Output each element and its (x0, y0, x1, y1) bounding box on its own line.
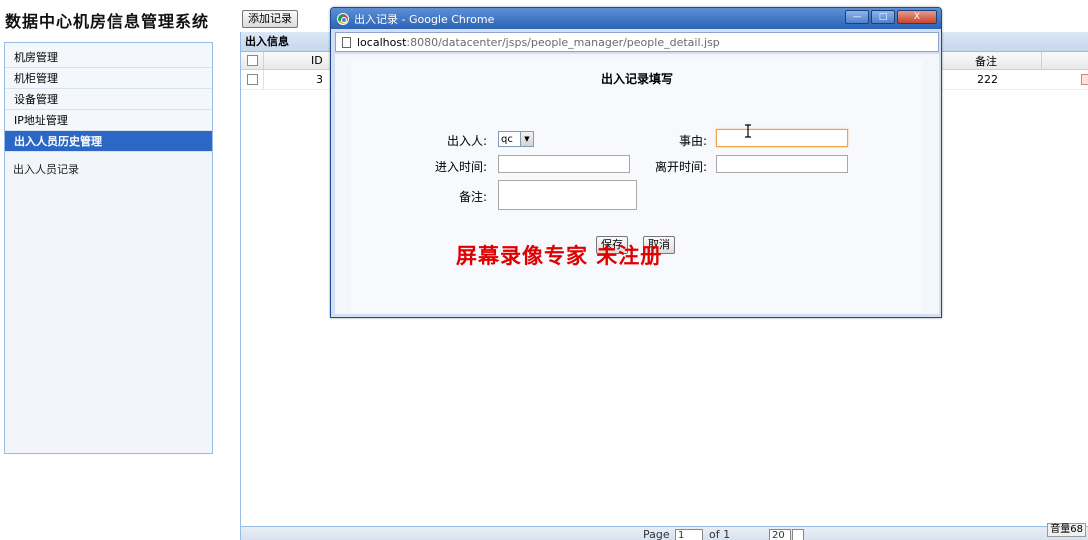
row-remark: 222 (977, 73, 998, 86)
remark-textarea[interactable] (498, 180, 637, 210)
column-divider (1041, 52, 1042, 69)
person-label: 出入人: (446, 134, 487, 148)
popup-content: 出入记录填写 出入人: qc ▼ 事由: 进入时间: 离开时间: 备注: 保存 … (335, 54, 939, 314)
pager-of-label: of 1 (709, 528, 731, 540)
leave-time-input[interactable] (716, 155, 848, 173)
sidebar-subitem-access-records[interactable]: 出入人员记录 (5, 160, 212, 180)
sidebar-item-device[interactable]: 设备管理 (5, 89, 212, 110)
popup-title: 出入记录 - Google Chrome (354, 12, 495, 26)
maximize-button[interactable]: □ (871, 10, 895, 24)
column-header-id[interactable]: ID (311, 52, 323, 69)
row-id: 3 (316, 73, 323, 86)
row-checkbox[interactable] (247, 74, 258, 85)
address-path: :8080/datacenter/jsps/people_manager/peo… (406, 35, 720, 49)
row-edit-icon[interactable] (1081, 74, 1088, 85)
address-bar[interactable]: localhost:8080/datacenter/jsps/people_ma… (335, 32, 939, 52)
form-container: 出入记录填写 出入人: qc ▼ 事由: 进入时间: 离开时间: 备注: 保存 … (351, 60, 923, 314)
row-action-cell (1081, 70, 1088, 89)
watermark-text: 屏幕录像专家 未注册 (456, 243, 663, 268)
close-button[interactable]: X (897, 10, 937, 24)
pager-page-label: Page (643, 528, 670, 540)
chrome-icon (337, 12, 349, 25)
address-host: localhost (357, 35, 407, 49)
sidebar-item-ip[interactable]: IP地址管理 (5, 110, 212, 131)
column-divider (263, 52, 264, 69)
pager-size-input[interactable]: 20 (769, 529, 791, 540)
sidebar: 机房管理 机柜管理 设备管理 IP地址管理 出入人员历史管理 出入人员记录 (4, 42, 213, 454)
row-checkbox-cell (247, 70, 258, 89)
header-checkbox-cell (247, 52, 258, 69)
person-select[interactable]: qc ▼ (498, 131, 534, 147)
leave-time-label: 离开时间: (654, 160, 707, 174)
popup-titlebar[interactable]: 出入记录 - Google Chrome — □ X (331, 8, 941, 29)
select-all-checkbox[interactable] (247, 55, 258, 66)
pager: Page 1 of 1 20 (241, 526, 1088, 540)
column-divider (263, 70, 264, 89)
pager-page-input[interactable]: 1 (675, 529, 703, 540)
reason-input[interactable] (716, 129, 848, 147)
form-title: 出入记录填写 (600, 72, 673, 86)
volume-indicator: 音量68 (1047, 523, 1086, 537)
minimize-button[interactable]: — (845, 10, 869, 24)
enter-time-label: 进入时间: (434, 160, 487, 174)
chevron-down-icon: ▼ (520, 132, 533, 146)
popup-window: 出入记录 - Google Chrome — □ X localhost:808… (330, 7, 942, 318)
remark-label: 备注: (458, 190, 487, 204)
reason-label: 事由: (678, 134, 707, 148)
text-cursor-icon (745, 124, 751, 138)
sidebar-item-access-history[interactable]: 出入人员历史管理 (5, 131, 212, 152)
window-controls: — □ X (845, 10, 937, 24)
page-icon (342, 36, 351, 48)
sidebar-item-cabinet[interactable]: 机柜管理 (5, 68, 212, 89)
person-select-value: qc (501, 133, 513, 145)
enter-time-input[interactable] (498, 155, 630, 173)
column-header-remark[interactable]: 备注 (975, 52, 997, 69)
pager-size-dropdown[interactable] (792, 529, 804, 540)
add-record-button[interactable]: 添加记录 (242, 10, 298, 28)
sidebar-item-room[interactable]: 机房管理 (5, 47, 212, 68)
app-title: 数据中心机房信息管理系统 (5, 12, 210, 31)
